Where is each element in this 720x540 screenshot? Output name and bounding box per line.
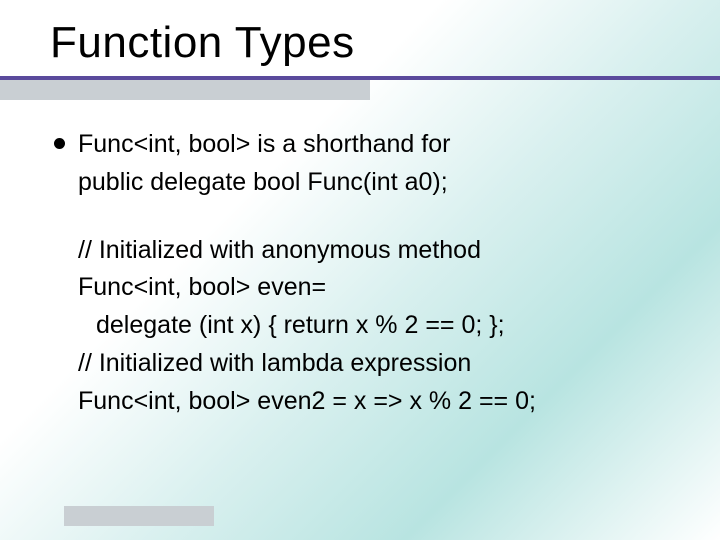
slide: Function Types Func<int, bool> is a shor… xyxy=(0,0,720,540)
bullet-item: Func<int, bool> is a shorthand for publi… xyxy=(78,128,670,200)
bullet-line-2: public delegate bool Func(int a0); xyxy=(78,166,670,200)
footer-decoration xyxy=(64,506,214,526)
code-line-2: Func<int, bool> even= xyxy=(78,271,670,305)
bullet-icon xyxy=(54,138,65,149)
slide-title: Function Types xyxy=(50,18,720,68)
content-area: Func<int, bool> is a shorthand for publi… xyxy=(0,100,720,418)
bullet-line-1: Func<int, bool> is a shorthand for xyxy=(78,128,670,162)
title-block: Function Types xyxy=(0,0,720,68)
code-line-3: delegate (int x) { return x % 2 == 0; }; xyxy=(78,309,670,343)
rule-sub xyxy=(0,80,370,100)
code-line-5: Func<int, bool> even2 = x => x % 2 == 0; xyxy=(78,385,670,419)
title-rule xyxy=(0,76,720,100)
code-block: // Initialized with anonymous method Fun… xyxy=(78,234,670,419)
code-line-1: // Initialized with anonymous method xyxy=(78,234,670,268)
code-line-4: // Initialized with lambda expression xyxy=(78,347,670,381)
